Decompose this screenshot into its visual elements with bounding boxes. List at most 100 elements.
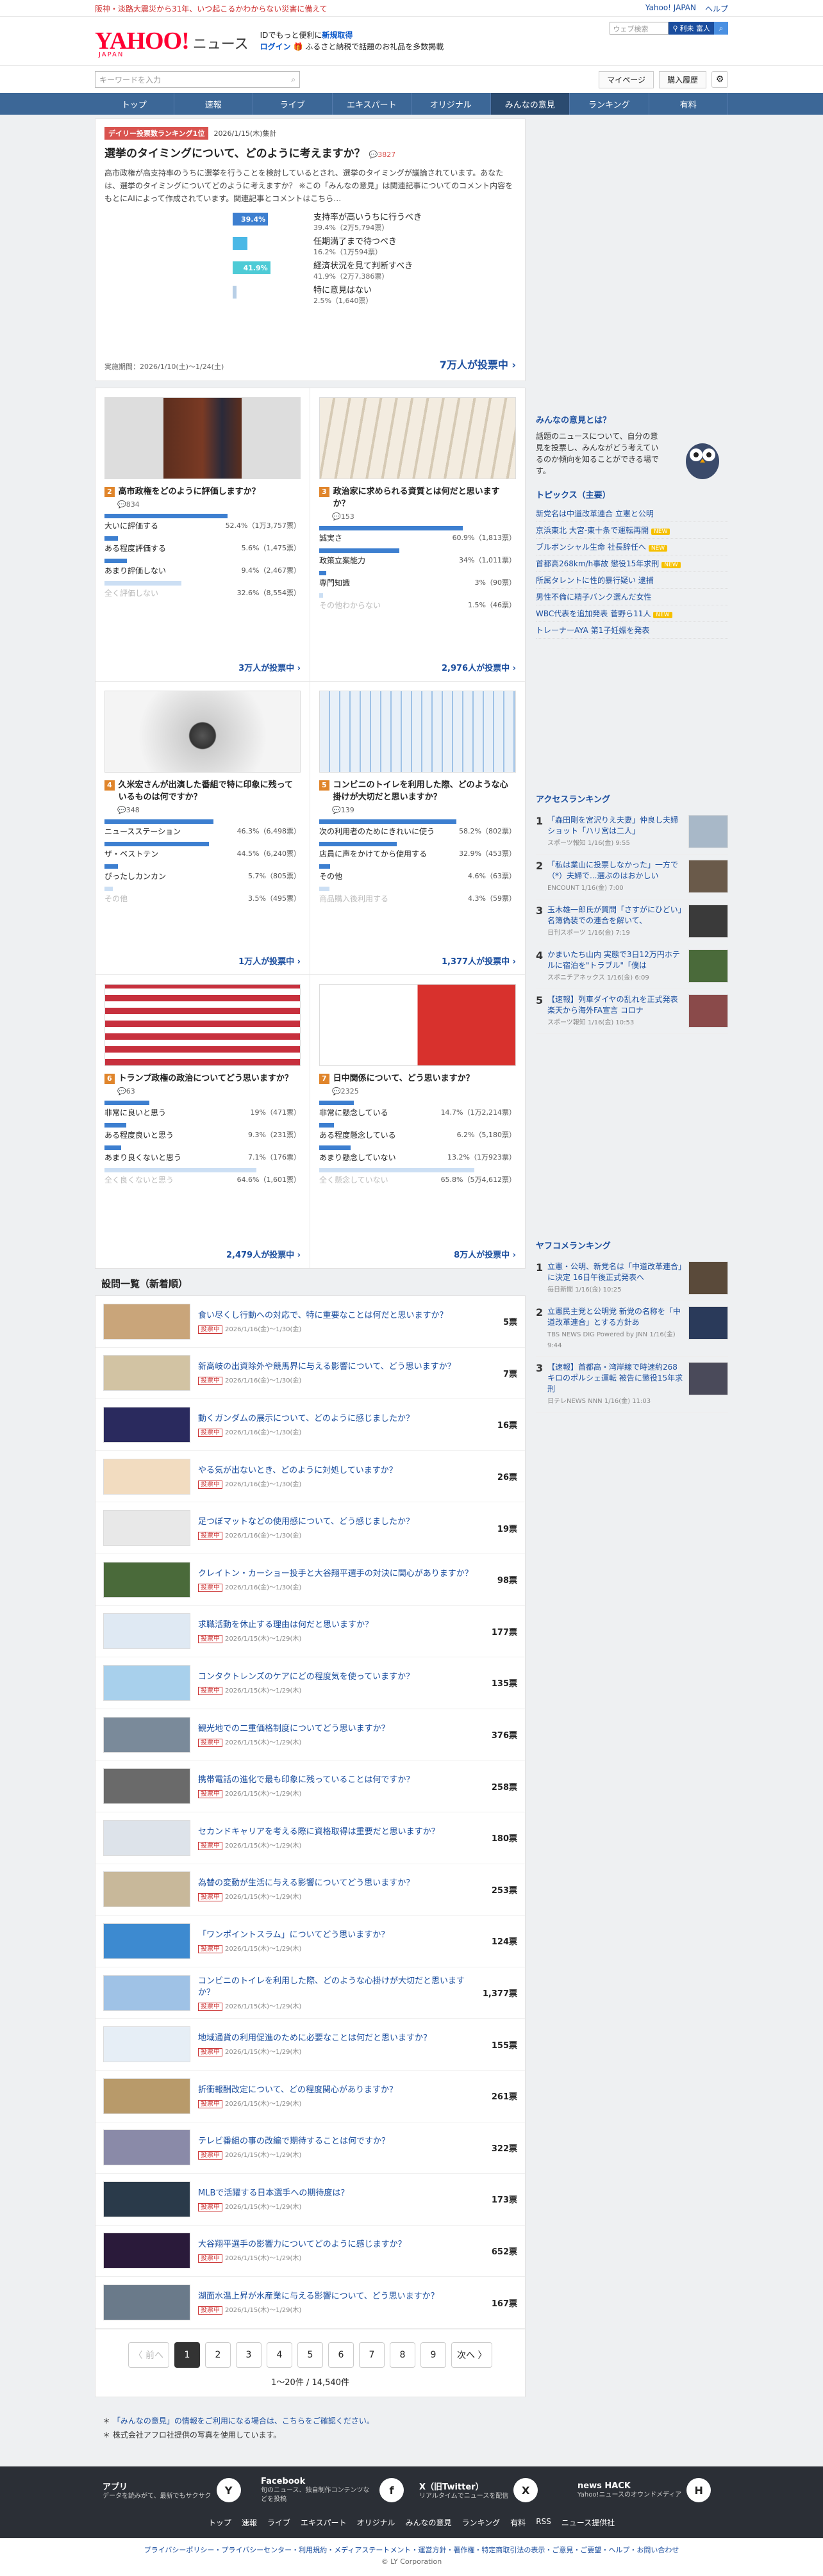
list-item[interactable]: コンタクトレンズのケアにどの程度気を使っていますか？ 投票中 2026/1/15(木… [96, 1657, 525, 1709]
location-button[interactable]: ⚲ 利未 富人 [669, 22, 714, 35]
topic-item[interactable]: 男性不倫に精子バンク選んだ女性 [536, 589, 728, 605]
list-item[interactable]: 新高岐の出資除外や競馬界に与える影響について、どう思いますか？ 投票中 2026/1… [96, 1348, 525, 1400]
list-thumbnail[interactable] [103, 1303, 190, 1340]
poll-question[interactable]: 2 高市政権をどのように評価しますか？ [104, 486, 301, 498]
footer-nav-4[interactable]: オリジナル [357, 2517, 395, 2528]
list-item[interactable]: 折衝報酬改定について、どの程度関心がありますか？ 投票中 2026/1/15(木)〜… [96, 2071, 525, 2122]
ranking-item[interactable]: 2 「私は業山に投票しなかった」一方で（*）夫婦で...選ぶのはおかしい ENCOU… [536, 855, 728, 899]
list-title[interactable]: クレイトン・カーショー投手と大谷翔平選手の対決に関心がありますか？ [198, 1569, 473, 1579]
ranking-item[interactable]: 3 玉木雄一郎氏が質問「さすがにひどい」名簿偽装での連合を解いて、 日刊スポーツ 1… [536, 899, 728, 944]
poll-image[interactable] [319, 691, 516, 773]
ranking-title[interactable]: かまいたち山内 実態で3日12万円ホテルに宿泊を"トラブル"「僕は [547, 950, 680, 970]
footer-nav-5[interactable]: みんなの意見 [406, 2517, 452, 2528]
list-item[interactable]: セカンドキャリアを考える際に資格取得は重要だと思いますか？ 投票中 2026/1/1… [96, 1812, 525, 1864]
list-title[interactable]: 折衝報酬改定について、どの程度関心がありますか？ [198, 2085, 397, 2095]
list-thumbnail[interactable] [103, 1355, 190, 1391]
help-link[interactable]: ヘルプ [705, 3, 728, 14]
ranking-thumbnail[interactable] [688, 1362, 728, 1395]
list-title[interactable]: MLBで活躍する日本選手への期待度は？ [198, 2188, 349, 2198]
search-icon[interactable]: ⌕ [714, 22, 728, 35]
poll-question[interactable]: 5 コンビニのトイレを利用した際、どのような心掛けが大切だと思いますか？ [319, 779, 516, 803]
list-item[interactable]: やる気が出ないとき、どのように対処していますか？ 投票中 2026/1/16(金)〜… [96, 1451, 525, 1503]
vote-link[interactable]: 2,479人が投票中 › [226, 1248, 301, 1260]
ranking-title[interactable]: 【速報】首都高・湾岸線で時速約268キロのポルシェ運転 被告に懲役15年求刑 [547, 1363, 683, 1393]
poll-card[interactable]: 3 政治家に求められる資質とは何だと思いますか？ 💬153 誠実さ 60.9%（1,81… [310, 388, 525, 682]
list-item[interactable]: 大谷翔平選手の影響力についてどのように感じますか？ 投票中 2026/1/15(木)… [96, 2226, 525, 2277]
list-item[interactable]: 為替の変動が生活に与える影響についてどう思いますか？ 投票中 2026/1/15(木… [96, 1864, 525, 1916]
nav-tab-4[interactable]: オリジナル [412, 93, 491, 115]
nav-tab-5[interactable]: みんなの意見 [490, 93, 570, 115]
topic-item[interactable]: 京浜東北 大宮-東十条で運転再開 NEW [536, 522, 728, 539]
yahoo-japan-link[interactable]: Yahoo! JAPAN [645, 3, 696, 14]
list-item[interactable]: テレビ番組の事の改編で期待することは何ですか？ 投票中 2026/1/15(木)〜1… [96, 2122, 525, 2174]
poll-question[interactable]: 7 日中関係について、どう思いますか？ [319, 1072, 516, 1085]
topic-item[interactable]: 所属タレントに性的暴行疑い 逮捕 [536, 572, 728, 589]
list-title[interactable]: 求職活動を休止する理由は何だと思いますか？ [198, 1620, 373, 1630]
list-title[interactable]: 観光地での二重価格制度についてどう思いますか？ [198, 1724, 390, 1734]
poll-image[interactable] [104, 691, 301, 773]
vote-link[interactable]: 8万人が投票中 › [454, 1248, 516, 1260]
list-title[interactable]: 食い尽くし行動への対応で、特に重要なことは何だと思いますか？ [198, 1311, 447, 1320]
poll-image[interactable] [104, 397, 301, 479]
footer-nav-0[interactable]: トップ [208, 2517, 231, 2528]
vote-link[interactable]: 3万人が投票中 › [238, 661, 301, 673]
ranking-item[interactable]: 4 かまいたち山内 実態で3日12万円ホテルに宿泊を"トラブル"「僕は スポニチアネ… [536, 944, 728, 989]
ranking-title[interactable]: 「私は業山に投票しなかった」一方で（*）夫婦で...選ぶのはおかしい [547, 860, 678, 880]
topic-item[interactable]: 首都高268km/h事故 懲役15年求刑 NEW [536, 555, 728, 572]
page-button-7[interactable]: 7 [359, 2342, 385, 2368]
list-title[interactable]: 為替の変動が生活に与える影響についてどう思いますか？ [198, 1878, 414, 1888]
ranking-thumbnail[interactable] [688, 1261, 728, 1295]
history-button[interactable]: 購入履歴 [658, 70, 706, 88]
featured-poll[interactable]: デイリー投票数ランキング1位 2026/1/15(木)集計 選挙のタイミングにつ… [95, 119, 526, 381]
list-title[interactable]: テレビ番組の事の改編で期待することは何ですか？ [198, 2137, 390, 2146]
ranking-item[interactable]: 1 立憲・公明、新党名は「中道改革連合」に決定 16日午後正式発表へ 毎日新聞 1/… [536, 1256, 728, 1301]
list-title[interactable]: 大谷翔平選手の影響力についてどのように感じますか？ [198, 2240, 406, 2249]
footer-nav-2[interactable]: ライブ [267, 2517, 290, 2528]
list-title[interactable]: 足つぼマットなどの使用感について、どう感じましたか？ [198, 1517, 414, 1527]
gear-icon[interactable]: ⚙ [711, 71, 728, 88]
topics-title[interactable]: トピックス（主要） [536, 488, 728, 500]
list-title[interactable]: 地域通貨の利用促進のために必要なことは何だと思いますか？ [198, 2033, 431, 2043]
list-thumbnail[interactable] [103, 1923, 190, 1959]
ranking-item[interactable]: 5 【速報】列車ダイヤの乱れを正式発表 楽天から海外FA宣言 コロナ スポーツ報知 … [536, 989, 728, 1034]
topic-item[interactable]: トレーナーAYA 第1子妊娠を発表 [536, 622, 728, 639]
ranking-thumbnail[interactable] [688, 905, 728, 938]
list-title[interactable]: 新高岐の出資除外や競馬界に与える影響について、どう思いますか？ [198, 1362, 456, 1372]
list-thumbnail[interactable] [103, 2233, 190, 2269]
prev-page-button[interactable]: 〈 前へ [128, 2342, 169, 2368]
list-thumbnail[interactable] [103, 1819, 190, 1856]
footer-item[interactable]: アプリ データを読みがて、最新でもサクサク Y [95, 2477, 253, 2504]
footer-item[interactable]: X（旧Twitter） リアルタイムでニュースを配信 X [412, 2477, 570, 2504]
page-button-2[interactable]: 2 [205, 2342, 231, 2368]
list-thumbnail[interactable] [103, 2181, 190, 2217]
list-thumbnail[interactable] [103, 1716, 190, 1753]
ranking-item[interactable]: 3 【速報】首都高・湾岸線で時速約268キロのポルシェ運転 被告に懲役15年求刑日… [536, 1357, 728, 1413]
vote-link[interactable]: 2,976人が投票中 › [442, 661, 516, 673]
list-title[interactable]: 携帯電話の進化で最も印象に残っていることは何ですか？ [198, 1775, 414, 1785]
footer-nav-8[interactable]: RSS [536, 2517, 551, 2528]
page-button-1[interactable]: 1 [174, 2342, 200, 2368]
ranking-thumbnail[interactable] [688, 994, 728, 1028]
poll-card[interactable]: 5 コンビニのトイレを利用した際、どのような心掛けが大切だと思いますか？ 💬139 次… [310, 682, 525, 975]
list-thumbnail[interactable] [103, 1561, 190, 1598]
footer-x-icon[interactable]: X [513, 2478, 538, 2503]
iken-title[interactable]: みんなの意見とは？ [536, 413, 728, 425]
vote-link[interactable]: 7万人が投票中 › [440, 356, 516, 372]
list-title[interactable]: 動くガンダムの展示について、どのように感じましたか？ [198, 1414, 414, 1423]
list-thumbnail[interactable] [103, 1664, 190, 1701]
footer-nav-3[interactable]: エキスパート [301, 2517, 347, 2528]
search-icon[interactable]: ⌕ [291, 75, 295, 85]
list-item[interactable]: 「ワンポイントスラム」についてどう思いますか？ 投票中 2026/1/15(木)〜1… [96, 1916, 525, 1967]
list-item[interactable]: 地域通貨の利用促進のために必要なことは何だと思いますか？ 投票中 2026/1/15… [96, 2019, 525, 2071]
ranking-title[interactable]: 立憲・公明、新党名は「中道改革連合」に決定 16日午後正式発表へ [547, 1262, 682, 1282]
yahoo-logo[interactable]: YAHOO! [95, 29, 190, 53]
footer-nav-9[interactable]: ニュース提供社 [561, 2517, 615, 2528]
nav-tab-1[interactable]: 速報 [174, 93, 253, 115]
ranking-title[interactable]: 立憲民主党と公明党 新党の名称を「中道改革連合」とする方針あ [547, 1307, 681, 1327]
poll-card[interactable]: 2 高市政権をどのように評価しますか？ 💬834 大いに評価する 52.4%（1万3,7… [96, 388, 310, 682]
ranking-thumbnail[interactable] [688, 1306, 728, 1340]
poll-image[interactable] [104, 984, 301, 1066]
nav-tab-7[interactable]: 有料 [649, 93, 728, 115]
poll-image[interactable] [319, 397, 516, 479]
list-item[interactable]: クレイトン・カーショー投手と大谷翔平選手の対決に関心がありますか？ 投票中 2026… [96, 1554, 525, 1606]
